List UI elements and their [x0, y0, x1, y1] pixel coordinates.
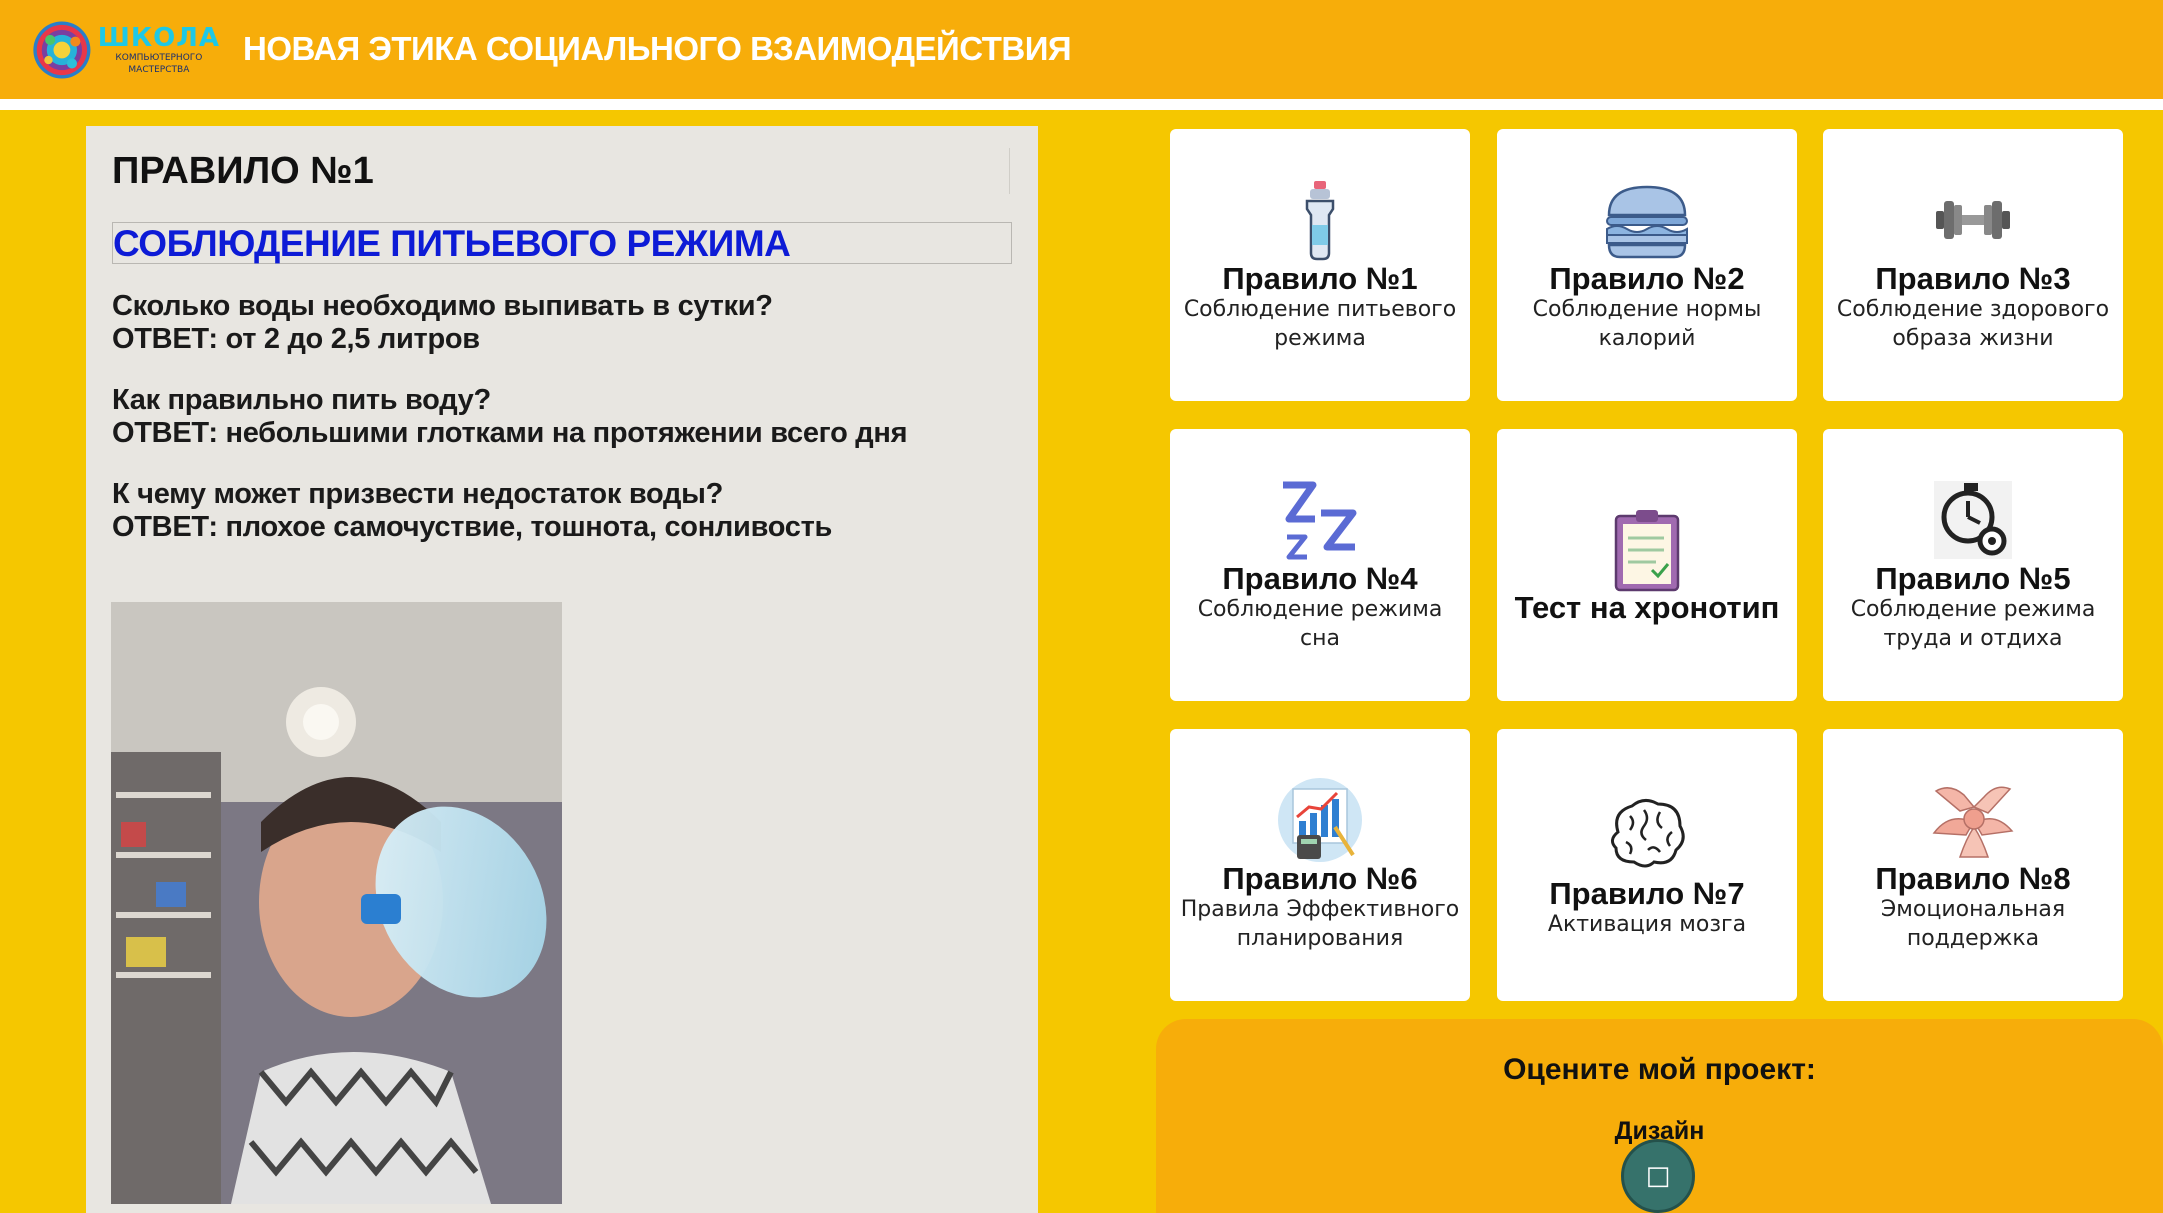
site-header: ШКОЛА КОМПЬЮТЕРНОГО МАСТЕРСТВА НОВАЯ ЭТИ… — [0, 0, 2163, 99]
brain-icon — [1611, 798, 1685, 867]
qa-answer: ОТВЕТ: от 2 до 2,5 литров — [112, 323, 480, 355]
card-description: Эмоциональная поддержка — [1880, 897, 2066, 951]
article-subheading: СОБЛЮДЕНИЕ ПИТЬЕВОГО РЕЖИМА — [112, 222, 1012, 264]
article-photo — [111, 602, 562, 1204]
clipboard-icon — [1614, 510, 1680, 592]
rule-card-8[interactable]: Правило №8 Эмоциональная поддержка — [1823, 729, 2123, 1001]
rule-card-5[interactable]: Правило №5 Соблюдение режима труда и отд… — [1823, 429, 2123, 701]
card-description: Соблюдение нормы калорий — [1532, 297, 1762, 351]
dumbbell-icon — [1936, 201, 2010, 239]
qa-question: Как правильно пить воду? — [112, 384, 491, 416]
rate-icon: □ — [1645, 1161, 1671, 1191]
qa-item: К чему может призвести недостаток воды? … — [112, 478, 1012, 544]
card-description: Правила Эффективного планирования — [1180, 897, 1460, 951]
rule-card-3[interactable]: Правило №3 Соблюдение здорового образа ж… — [1823, 129, 2123, 401]
card-title: Правило №5 — [1875, 561, 2071, 596]
rule-card-6[interactable]: Правило №6 Правила Эффективного планиров… — [1170, 729, 1470, 1001]
card-title: Правило №7 — [1549, 875, 1745, 911]
rate-design-button[interactable]: □ — [1621, 1139, 1695, 1213]
card-title: Правило №6 — [1222, 861, 1418, 896]
card-description: Активация мозга — [1547, 911, 1747, 937]
card-description: Соблюдение режима сна — [1197, 597, 1443, 651]
logo-emblem-icon — [33, 21, 91, 79]
logo-text: ШКОЛА КОМПЬЮТЕРНОГО МАСТЕРСТВА — [98, 25, 220, 75]
card-title: Правило №4 — [1222, 561, 1418, 596]
qa-answer: ОТВЕТ: плохое самочуствие, тошнота, сонл… — [112, 511, 833, 543]
burger-icon — [1606, 185, 1688, 259]
card-title: Правило №2 — [1549, 261, 1745, 296]
article-heading: ПРАВИЛО №1 — [112, 148, 1010, 194]
qa-question: Сколько воды необходимо выпивать в сутки… — [112, 290, 773, 322]
sleep-zzz-icon — [1283, 481, 1357, 560]
rating-panel: Оцените мой проект: Дизайн □ — [1156, 1019, 2163, 1213]
logo-sub-text-2: МАСТЕРСТВА — [128, 65, 190, 75]
qa-item: Сколько воды необходимо выпивать в сутки… — [112, 290, 1012, 356]
header-divider — [0, 99, 2163, 110]
article-panel: ПРАВИЛО №1 СОБЛЮДЕНИЕ ПИТЬЕВОГО РЕЖИМА С… — [86, 126, 1038, 1213]
card-title: Тест на хронотип — [1514, 590, 1780, 625]
qa-item: Как правильно пить воду? ОТВЕТ: небольши… — [112, 384, 1012, 450]
rating-title: Оцените мой проект: — [1503, 1053, 1816, 1086]
chronotype-test-card[interactable]: Тест на хронотип — [1497, 429, 1797, 701]
school-logo[interactable]: ШКОЛА КОМПЬЮТЕРНОГО МАСТЕРСТВА — [30, 12, 220, 88]
card-title: Правило №8 — [1875, 861, 2071, 896]
card-description: Соблюдение здорового образа жизни — [1836, 297, 2110, 351]
card-title: Правило №3 — [1875, 261, 2071, 296]
rule-card-2[interactable]: Правило №2 Соблюдение нормы калорий — [1497, 129, 1797, 401]
card-description: Соблюдение режима труда и отдиха — [1850, 597, 2096, 651]
rule-card-7[interactable]: Правило №7 Активация мозга — [1497, 729, 1797, 1001]
logo-main-text: ШКОЛА — [97, 23, 220, 53]
qa-answer: ОТВЕТ: небольшими глотками на протяжении… — [112, 417, 908, 449]
qa-question: К чему может призвести недостаток воды? — [112, 478, 723, 510]
rule-card-1[interactable]: Правило №1 Соблюдение питьевого режима — [1170, 129, 1470, 401]
stopwatch-gear-icon — [1934, 481, 2012, 559]
card-description: Соблюдение питьевого режима — [1183, 297, 1457, 351]
site-title: НОВАЯ ЭТИКА СОЦИАЛЬНОГО ВЗАИМОДЕЙСТВИЯ — [243, 30, 1072, 67]
planning-chart-icon — [1278, 778, 1362, 862]
rule-card-4[interactable]: Правило №4 Соблюдение режима сна — [1170, 429, 1470, 701]
water-bottle-icon — [1305, 181, 1335, 261]
card-title: Правило №1 — [1222, 261, 1418, 296]
hands-together-icon — [1932, 786, 2014, 858]
logo-sub-text-1: КОМПЬЮТЕРНОГО — [115, 53, 203, 63]
